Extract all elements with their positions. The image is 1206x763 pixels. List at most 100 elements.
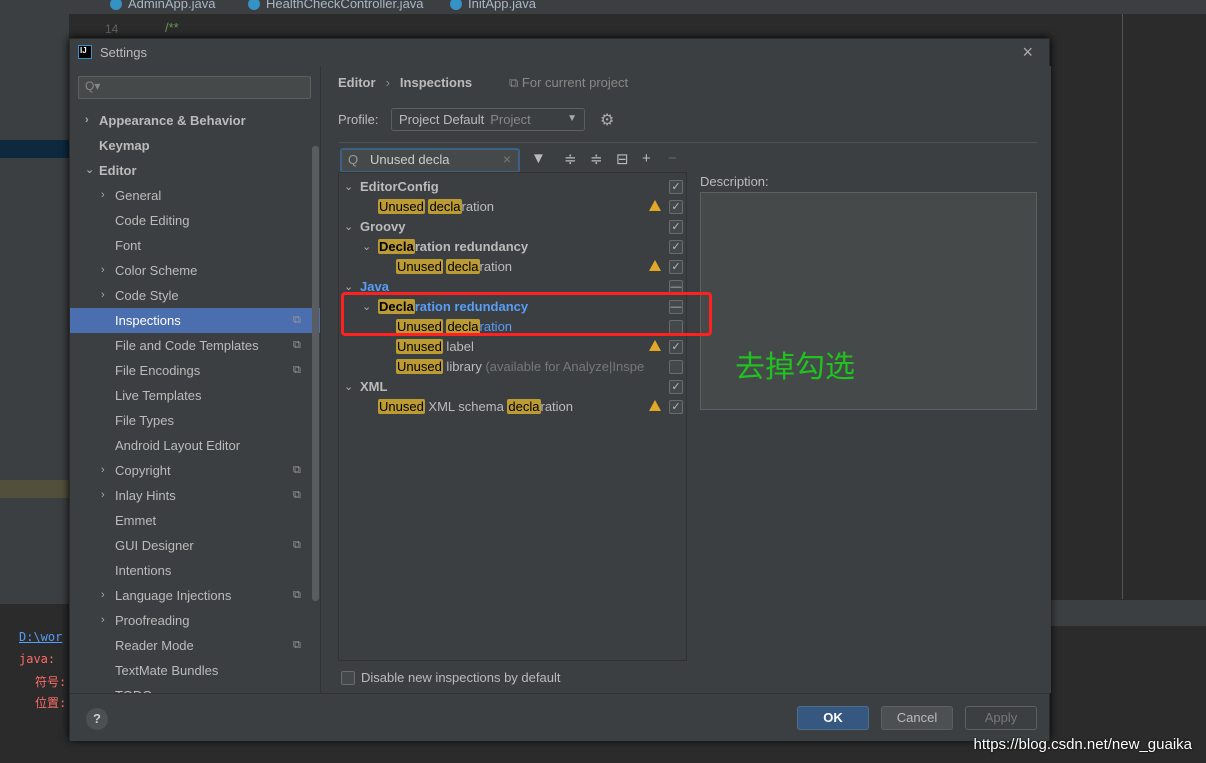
sidebar-item[interactable]: › Code Style [70, 283, 320, 308]
sidebar-item[interactable]: Keymap [70, 133, 320, 158]
inspection-checkbox[interactable]: ✓ [669, 220, 683, 234]
sidebar-item[interactable]: › Inlay Hints ⧉ [70, 483, 320, 508]
chevron-right-icon[interactable]: › [101, 483, 105, 508]
annotation-highlight-box [341, 292, 712, 336]
settings-search-input[interactable]: Q▾ [78, 76, 311, 99]
chevron-right-icon[interactable]: › [101, 583, 105, 608]
close-icon[interactable]: × [1022, 42, 1033, 63]
sidebar-item-label: Copyright [115, 463, 171, 478]
expand-all-icon[interactable]: ≑ [564, 150, 577, 168]
warning-icon [649, 400, 661, 411]
title-bar: IJ Settings × [70, 39, 1049, 66]
watermark: https://blog.csdn.net/new_guaika [973, 736, 1192, 753]
sidebar-item[interactable]: Intentions [70, 558, 320, 583]
tree-row[interactable]: Unused XML schema declaration ✓ [339, 397, 686, 417]
chevron-down-icon[interactable]: ⌄ [85, 158, 94, 183]
sidebar-item[interactable]: Emmet [70, 508, 320, 533]
inspection-checkbox[interactable]: ✓ [669, 340, 683, 354]
sidebar-item[interactable]: Android Layout Editor [70, 433, 320, 458]
gear-icon[interactable]: ⚙ [600, 110, 614, 130]
console-text: 位置: [35, 696, 67, 710]
ok-button[interactable]: OK [797, 706, 869, 730]
project-icon: ⧉ [293, 339, 301, 351]
tree-row[interactable]: Unused label ✓ [339, 337, 686, 357]
remove-icon: − [668, 150, 677, 167]
sidebar-item-label: Color Scheme [115, 263, 198, 278]
project-icon: ⧉ [293, 539, 301, 551]
project-icon: ⧉ [293, 314, 301, 326]
apply-button: Apply [965, 706, 1037, 730]
sidebar-scrollbar[interactable] [312, 146, 319, 601]
dialog-title: Settings [100, 45, 147, 60]
class-icon [110, 0, 122, 10]
class-icon [248, 0, 260, 10]
inspection-checkbox[interactable]: ✓ [669, 400, 683, 414]
sidebar-item[interactable]: Inspections ⧉ [70, 308, 320, 333]
project-selection [0, 480, 69, 498]
help-button[interactable]: ? [86, 708, 108, 730]
collapse-all-icon[interactable]: ≑ [590, 150, 603, 168]
settings-sidebar: Q▾ › Appearance & Behavior Keymap ⌄ Editor › G… [70, 66, 320, 693]
console-text: java: [19, 652, 56, 666]
sidebar-item[interactable]: Reader Mode ⧉ [70, 633, 320, 658]
tree-row[interactable]: ⌄ XML ✓ [339, 377, 686, 397]
chevron-right-icon[interactable]: › [101, 183, 105, 208]
checkbox[interactable] [341, 670, 355, 685]
sidebar-item[interactable]: › Language Injections ⧉ [70, 583, 320, 608]
chevron-right-icon[interactable]: › [101, 283, 105, 308]
profile-select[interactable]: Project Default Project ▼ [391, 108, 585, 131]
sidebar-item[interactable]: TODO [70, 683, 320, 693]
inspection-checkbox[interactable]: ✓ [669, 260, 683, 274]
inspection-checkbox[interactable]: ✓ [669, 240, 683, 254]
chevron-down-icon[interactable]: ⌄ [344, 377, 353, 397]
sidebar-item[interactable]: Code Editing [70, 208, 320, 233]
editor-tab[interactable]: InitApp.java [450, 0, 536, 11]
chevron-right-icon[interactable]: › [101, 608, 105, 633]
sidebar-item-label: File and Code Templates [115, 338, 259, 353]
reset-icon[interactable]: ⊟ [616, 150, 629, 168]
sidebar-item[interactable]: ⌄ Editor [70, 158, 320, 183]
chevron-right-icon[interactable]: › [101, 258, 105, 283]
add-icon[interactable]: + [642, 150, 651, 167]
console: D:\wor java: 符号: 位置: [0, 604, 69, 763]
disable-new-inspections-checkbox[interactable]: Disable new inspections by default [341, 670, 560, 685]
tree-row[interactable]: Unused declaration ✓ [339, 257, 686, 277]
sidebar-item[interactable]: Font [70, 233, 320, 258]
sidebar-item[interactable]: File Encodings ⧉ [70, 358, 320, 383]
sidebar-item[interactable]: › Color Scheme [70, 258, 320, 283]
tree-row[interactable]: ⌄ EditorConfig ✓ [339, 177, 686, 197]
sidebar-item[interactable]: Live Templates [70, 383, 320, 408]
breadcrumb: Editor › Inspections [338, 75, 473, 90]
chevron-down-icon[interactable]: ⌄ [344, 177, 353, 197]
sidebar-item[interactable]: GUI Designer ⧉ [70, 533, 320, 558]
inspection-checkbox[interactable]: ✓ [669, 380, 683, 394]
tree-row[interactable]: ⌄ Groovy ✓ [339, 217, 686, 237]
sidebar-item[interactable]: TextMate Bundles [70, 658, 320, 683]
chevron-down-icon: ▼ [567, 113, 577, 124]
inspection-checkbox[interactable]: ✓ [669, 200, 683, 214]
inspection-checkbox[interactable]: ✓ [669, 180, 683, 194]
inspection-checkbox[interactable] [669, 360, 683, 374]
tree-row-label: Unused declaration [378, 199, 495, 214]
sidebar-item[interactable]: File Types [70, 408, 320, 433]
inspection-search-input[interactable]: Q× [340, 148, 520, 173]
clear-icon[interactable]: × [503, 151, 511, 167]
chevron-down-icon[interactable]: ⌄ [362, 237, 371, 257]
filter-icon[interactable]: ▼ [531, 150, 546, 167]
sidebar-item[interactable]: › Proofreading [70, 608, 320, 633]
sidebar-item[interactable]: File and Code Templates ⧉ [70, 333, 320, 358]
editor-tab[interactable]: AdminApp.java [110, 0, 215, 11]
sidebar-item[interactable]: › Copyright ⧉ [70, 458, 320, 483]
editor-tab[interactable]: HealthCheckController.java [248, 0, 424, 11]
chevron-right-icon[interactable]: › [85, 108, 89, 133]
search-field[interactable] [370, 152, 500, 167]
cancel-button[interactable]: Cancel [881, 706, 953, 730]
tree-row[interactable]: ⌄ Declaration redundancy ✓ [339, 237, 686, 257]
tree-row[interactable]: Unused declaration ✓ [339, 197, 686, 217]
chevron-down-icon[interactable]: ⌄ [344, 217, 353, 237]
chevron-right-icon[interactable]: › [101, 458, 105, 483]
tree-row[interactable]: Unused library (available for Analyze|In… [339, 357, 686, 377]
sidebar-item[interactable]: › General [70, 183, 320, 208]
console-link[interactable]: D:\wor [19, 630, 62, 644]
sidebar-item[interactable]: › Appearance & Behavior [70, 108, 320, 133]
